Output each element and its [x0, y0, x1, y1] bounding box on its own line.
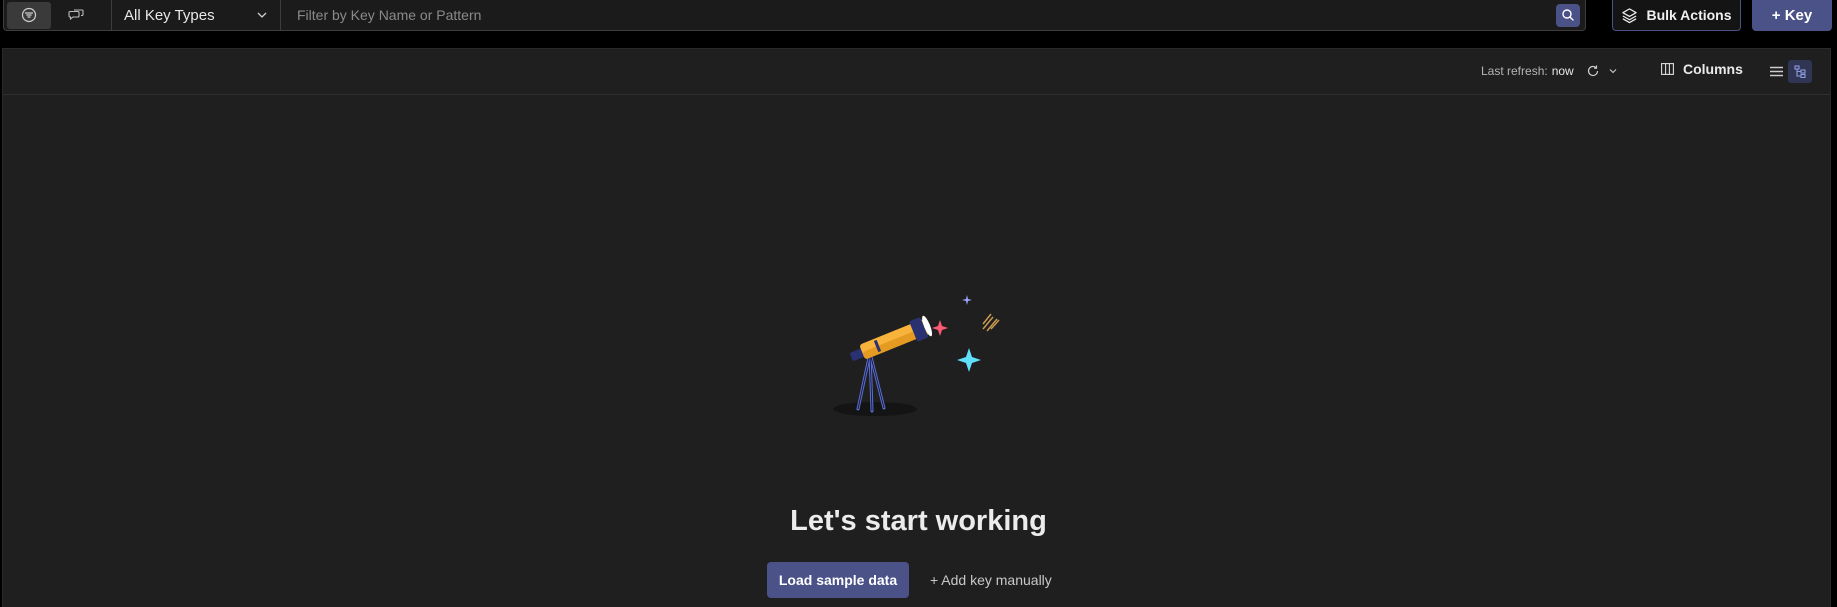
- chat-icon: [68, 9, 84, 21]
- layers-icon: [1622, 7, 1638, 23]
- columns-button[interactable]: Columns: [1661, 61, 1743, 77]
- tree-view-button[interactable]: [1788, 60, 1812, 83]
- add-key-button[interactable]: + Key: [1752, 0, 1832, 31]
- list-view-icon: [1769, 66, 1783, 77]
- search-mode-button[interactable]: [54, 2, 98, 29]
- add-key-manually-link[interactable]: + Add key manually: [930, 572, 1052, 588]
- telescope-icon: [833, 295, 1000, 416]
- search-button[interactable]: [1556, 3, 1580, 27]
- list-view-button[interactable]: [1764, 60, 1788, 83]
- refresh-control: Last refresh: now: [1481, 64, 1618, 78]
- chevron-down-icon[interactable]: [1608, 66, 1618, 76]
- search-icon: [1562, 9, 1574, 21]
- empty-state-actions: Load sample data + Add key manually: [767, 562, 1052, 598]
- key-type-select[interactable]: All Key Types: [112, 0, 281, 31]
- key-type-value: All Key Types: [124, 6, 215, 24]
- panel-header: Last refresh: now Columns: [3, 49, 1830, 95]
- bulk-actions-button[interactable]: Bulk Actions: [1612, 0, 1741, 31]
- empty-state-headline: Let's start working: [790, 505, 1047, 537]
- top-toolbar: All Key Types Bulk Actions + Key: [0, 0, 1837, 36]
- filter-mode-button[interactable]: [7, 1, 51, 29]
- view-toggle: [1764, 60, 1812, 83]
- columns-icon: [1661, 63, 1674, 75]
- search-input[interactable]: [281, 0, 1556, 31]
- load-sample-data-button[interactable]: Load sample data: [767, 562, 909, 598]
- columns-label: Columns: [1683, 61, 1743, 77]
- bulk-actions-label: Bulk Actions: [1646, 7, 1732, 23]
- refresh-icon[interactable]: [1586, 64, 1600, 78]
- tree-view-icon: [1793, 65, 1806, 78]
- refresh-value: now: [1551, 64, 1574, 78]
- filter-icon: [21, 7, 37, 23]
- refresh-label: Last refresh:: [1481, 64, 1548, 78]
- key-filter-bar: All Key Types: [3, 0, 1586, 31]
- chevron-down-icon: [257, 12, 267, 18]
